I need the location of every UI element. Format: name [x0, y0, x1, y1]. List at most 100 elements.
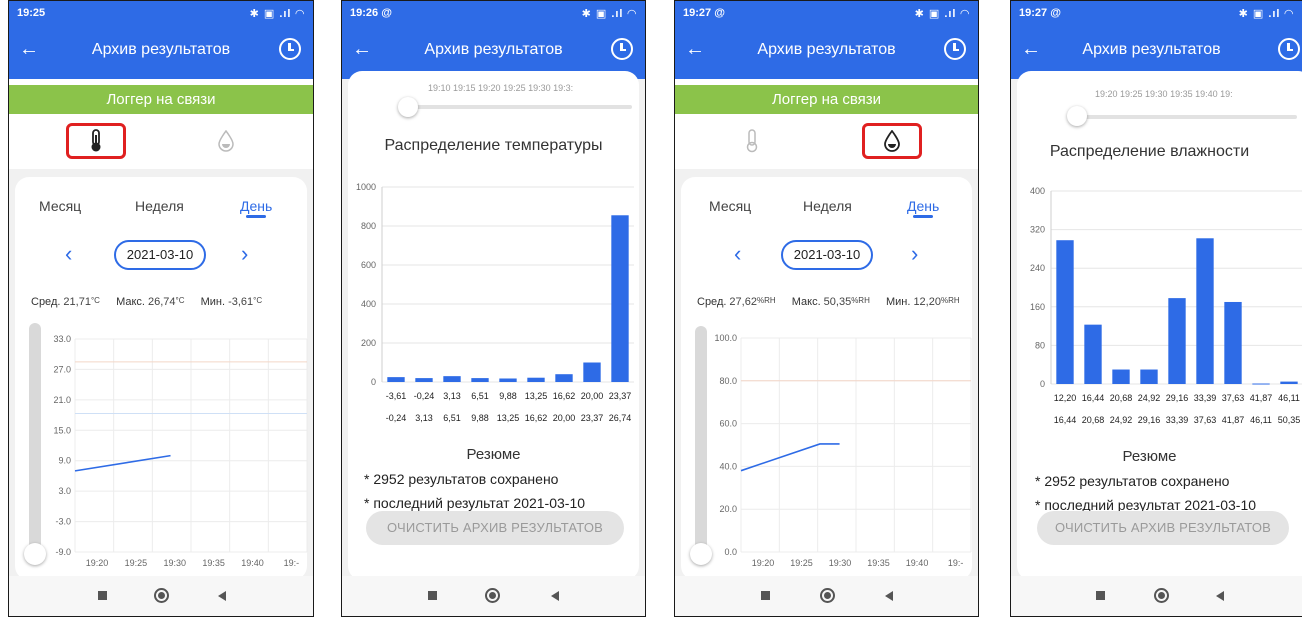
resume-title: Резюме	[466, 446, 521, 463]
bin-from-label: 23,37	[609, 391, 632, 401]
bin-from-label: 41,87	[1250, 393, 1273, 403]
y-tick-label: 80.0	[719, 376, 737, 386]
bin-from-label: -3,61	[386, 391, 407, 401]
bin-to-label: 13,25	[497, 413, 520, 423]
back-nav-button[interactable]	[1216, 591, 1224, 601]
bin-to-label: 29,16	[1138, 415, 1161, 425]
back-nav-button[interactable]	[885, 591, 893, 601]
y-tick-label: 0.0	[724, 547, 737, 557]
histogram-bar	[1056, 240, 1074, 384]
x-tick-label: 19:40	[241, 558, 264, 568]
bin-to-label: 3,13	[415, 413, 433, 423]
y-tick-label: 1000	[356, 182, 376, 192]
home-button[interactable]	[154, 588, 169, 603]
android-nav-bar	[1011, 576, 1302, 616]
x-tick-label: 19:20	[86, 558, 109, 568]
series-line	[74, 454, 171, 472]
bin-to-label: 33,39	[1166, 415, 1189, 425]
recents-button[interactable]	[1096, 591, 1105, 600]
bin-from-label: 13,25	[525, 391, 548, 401]
bin-from-label: 20,00	[581, 391, 604, 401]
y-tick-label: 15.0	[53, 425, 71, 435]
clear-archive-button[interactable]: ОЧИСТИТЬ АРХИВ РЕЗУЛЬТАТОВ	[366, 511, 624, 545]
y-tick-label: 240	[1030, 263, 1045, 273]
histogram-bar	[415, 378, 433, 382]
bin-from-label: 33,39	[1194, 393, 1217, 403]
screen-temperature-distribution: 19:26 @ ✱ ▣ .ıl ◠ ← Архив результатов 19…	[341, 0, 646, 617]
home-button[interactable]	[485, 588, 500, 603]
bin-to-label: 16,62	[525, 413, 548, 423]
recents-button[interactable]	[428, 591, 437, 600]
x-tick-label: 19:25	[790, 558, 813, 568]
bin-from-label: 46,11	[1278, 393, 1300, 403]
y-tick-label: 100.0	[714, 333, 737, 343]
x-tick-label: 19:25	[125, 558, 148, 568]
y-tick-label: 0	[371, 377, 376, 387]
bin-to-label: 16,44	[1054, 415, 1077, 425]
y-tick-label: 400	[1030, 186, 1045, 196]
x-tick-label: 19:-	[948, 558, 964, 568]
home-button[interactable]	[1154, 588, 1169, 603]
android-nav-bar	[342, 576, 645, 616]
histogram-bar	[611, 215, 629, 382]
histogram-bar	[1224, 301, 1242, 384]
bin-to-label: 26,74	[609, 413, 632, 423]
x-tick-label: 19:30	[829, 558, 852, 568]
histogram-bar	[1168, 298, 1186, 384]
back-nav-button[interactable]	[218, 591, 226, 601]
y-tick-label: -3.0	[55, 517, 71, 527]
bin-to-label: 23,37	[581, 413, 604, 423]
recents-button[interactable]	[98, 591, 107, 600]
recents-button[interactable]	[761, 591, 770, 600]
bin-to-label: 6,51	[443, 413, 461, 423]
histogram-bar	[499, 378, 517, 382]
histogram-bar	[1196, 238, 1214, 384]
y-tick-label: 800	[361, 221, 376, 231]
x-tick-label: 19:35	[867, 558, 890, 568]
screen-temperature-day: 19:25 ✱ ▣ .ıl ◠ ← Архив результатов Логг…	[8, 0, 314, 617]
histogram-bar	[1112, 369, 1130, 384]
y-tick-label: 3.0	[58, 486, 71, 496]
bin-from-label: 6,51	[471, 391, 489, 401]
y-tick-label: 21.0	[53, 395, 71, 405]
histogram-bar	[1084, 324, 1102, 384]
home-button[interactable]	[820, 588, 835, 603]
histogram-bar	[471, 378, 489, 382]
bin-to-label: 46,11	[1250, 415, 1272, 425]
y-tick-label: 80	[1035, 340, 1045, 350]
y-tick-label: 20.0	[719, 504, 737, 514]
histogram-bar	[1252, 383, 1270, 385]
bin-to-label: 24,92	[1110, 415, 1133, 425]
bin-from-label: 37,63	[1222, 393, 1245, 403]
saved-count: * 2952 результатов сохранено	[364, 471, 559, 487]
bin-from-label: -0,24	[414, 391, 435, 401]
back-nav-button[interactable]	[551, 591, 559, 601]
x-tick-label: 19:20	[752, 558, 775, 568]
bin-to-label: 20,68	[1082, 415, 1105, 425]
bin-to-label: 20,00	[553, 413, 576, 423]
bin-from-label: 16,44	[1082, 393, 1105, 403]
histogram-bar	[387, 377, 405, 382]
bin-to-label: 50,35	[1278, 415, 1301, 425]
histogram-bar	[527, 377, 545, 382]
y-tick-label: 27.0	[53, 364, 71, 374]
bin-from-label: 29,16	[1166, 393, 1189, 403]
histogram-bar	[583, 362, 601, 382]
y-tick-label: 40.0	[719, 461, 737, 471]
y-tick-label: 9.0	[58, 456, 71, 466]
screen-humidity-distribution: 19:27 @ ✱ ▣ .ıl ◠ ← Архив результатов 19…	[1010, 0, 1302, 617]
histogram-bar	[555, 374, 573, 382]
resume-title: Резюме	[1122, 448, 1177, 465]
bin-to-label: 37,63	[1194, 415, 1217, 425]
y-tick-label: 320	[1030, 225, 1045, 235]
y-tick-label: 600	[361, 260, 376, 270]
y-tick-label: 160	[1030, 302, 1045, 312]
bin-to-label: 41,87	[1222, 415, 1245, 425]
clear-archive-button[interactable]: ОЧИСТИТЬ АРХИВ РЕЗУЛЬТАТОВ	[1037, 511, 1289, 545]
y-tick-label: 0	[1040, 379, 1045, 389]
histogram-bar	[443, 376, 461, 382]
bin-to-label: -0,24	[386, 413, 407, 423]
bin-from-label: 3,13	[443, 391, 461, 401]
bin-from-label: 9,88	[499, 391, 517, 401]
screen-humidity-day: 19:27 @ ✱ ▣ .ıl ◠ ← Архив результатов Ло…	[674, 0, 979, 617]
